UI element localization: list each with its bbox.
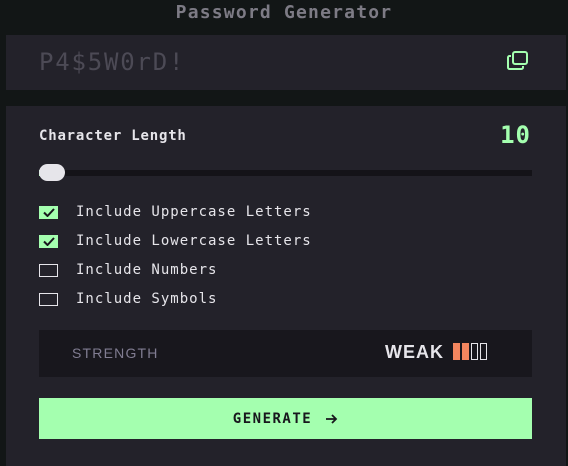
option-uppercase[interactable]: Include Uppercase Letters [39,203,312,221]
slider-thumb[interactable] [39,164,65,181]
option-symbols[interactable]: Include Symbols [39,290,217,308]
lowercase-checkbox[interactable] [39,234,58,248]
settings-panel: Character Length 10 Include Uppercase Le… [6,106,566,466]
option-label: Include Uppercase Letters [76,204,312,220]
copy-icon [507,51,528,70]
strength-bar [471,343,478,360]
app-title: Password Generator [175,2,393,23]
option-label: Include Symbols [76,291,218,307]
password-output: P4$5W0rD! [6,35,566,90]
option-label: Include Lowercase Letters [76,233,312,249]
strength-meter: STRENGTH WEAK [39,330,532,377]
strength-bar [462,343,469,360]
option-lowercase[interactable]: Include Lowercase Letters [39,232,312,250]
strength-bar [453,343,460,360]
uppercase-checkbox[interactable] [39,205,58,219]
strength-bars [453,343,487,360]
numbers-checkbox[interactable] [39,263,58,277]
copy-button[interactable] [506,50,534,74]
password-text: P4$5W0rD! [39,48,186,76]
check-icon [42,207,55,217]
option-numbers[interactable]: Include Numbers [39,261,217,279]
character-length-label: Character Length [39,128,187,144]
option-label: Include Numbers [76,262,218,278]
character-length-value: 10 [500,121,531,149]
symbols-checkbox[interactable] [39,292,58,306]
check-icon [42,236,55,246]
arrow-right-icon [326,413,338,424]
strength-value: WEAK [385,342,444,362]
strength-bar [480,343,487,360]
length-slider[interactable] [39,164,532,181]
generate-button[interactable]: GENERATE [39,398,532,439]
generate-label: GENERATE [232,410,313,427]
strength-label: STRENGTH [72,345,159,361]
